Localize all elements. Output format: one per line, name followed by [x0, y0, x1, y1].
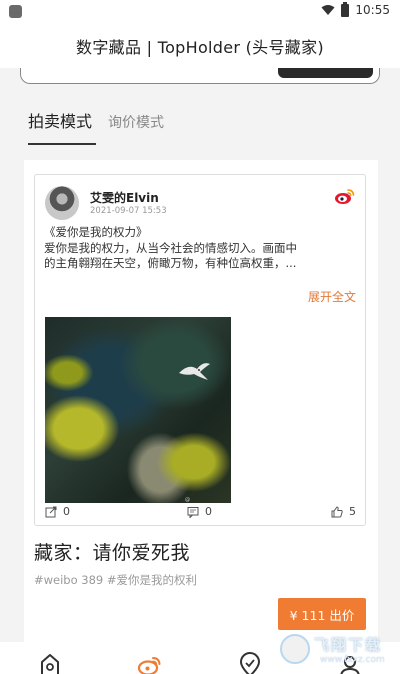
nav-home[interactable] [37, 652, 63, 674]
location-icon [239, 652, 261, 674]
comment-icon [187, 506, 199, 518]
nav-weibo[interactable] [137, 652, 163, 674]
wifi-icon [321, 5, 335, 15]
like-count: 5 [349, 505, 356, 518]
share-icon [45, 506, 57, 517]
mode-tabs: 拍卖模式 询价模式 [28, 108, 164, 142]
like-action[interactable]: 5 [331, 505, 356, 518]
profile-icon [340, 656, 360, 674]
weibo-icon [137, 657, 161, 674]
bird-figure [179, 363, 210, 380]
bottom-nav [0, 642, 400, 674]
author-name[interactable]: 艾雯的Elvin [90, 189, 159, 206]
comment-action[interactable]: 0 [187, 505, 212, 518]
nav-discover[interactable] [237, 652, 263, 674]
artwork-image[interactable]: @ [45, 317, 231, 503]
bid-button[interactable]: ¥ 111 出价 [278, 598, 366, 630]
expand-full-text-link[interactable]: 展开全文 [308, 288, 356, 305]
avatar[interactable] [45, 186, 79, 220]
share-count: 0 [63, 505, 70, 518]
post-text-line: 爱你是我的权力，从当今社会的情感切入。画面中 [44, 240, 297, 255]
weibo-post[interactable]: 艾雯的Elvin 2021-09-07 15:53 《爱你是我的权力》 爱你是我… [34, 174, 366, 526]
nav-profile[interactable] [337, 652, 363, 674]
thumbs-up-icon [331, 505, 343, 517]
active-tab-indicator [28, 143, 96, 145]
tab-auction[interactable]: 拍卖模式 [28, 108, 92, 142]
tab-inquiry[interactable]: 询价模式 [108, 112, 164, 142]
page-title: 数字藏品 | TopHolder (头号藏家) [76, 38, 324, 57]
post-text: 《爱你是我的权力》 爱你是我的权力，从当今社会的情感切入。画面中 的主角翱翔在天… [44, 225, 360, 272]
comment-count: 0 [205, 505, 212, 518]
post-actions: 0 0 5 [35, 499, 365, 525]
status-bar: 10:55 [0, 0, 400, 24]
home-icon [41, 654, 59, 674]
post-text-line: 《爱你是我的权力》 [44, 225, 148, 239]
status-indicators: 10:55 [321, 1, 390, 17]
battery-icon [341, 1, 350, 17]
notification-icon [9, 5, 22, 18]
share-action[interactable]: 0 [45, 505, 70, 518]
item-card[interactable]: 艾雯的Elvin 2021-09-07 15:53 《爱你是我的权力》 爱你是我… [24, 160, 378, 646]
title-bar: 数字藏品 | TopHolder (头号藏家) [0, 24, 400, 68]
search-button[interactable] [278, 68, 373, 78]
post-text-line: 的主角翱翔在天空，俯瞰万物，有种位高权重，... [44, 256, 297, 270]
post-date: 2021-09-07 15:53 [90, 206, 167, 216]
status-time: 10:55 [355, 3, 390, 17]
search-bar[interactable] [20, 68, 380, 84]
weibo-icon [335, 189, 355, 204]
item-tags: #weibo 389 #爱你是我的权利 [34, 573, 198, 587]
item-title: 藏家：请你爱死我 [34, 542, 191, 564]
